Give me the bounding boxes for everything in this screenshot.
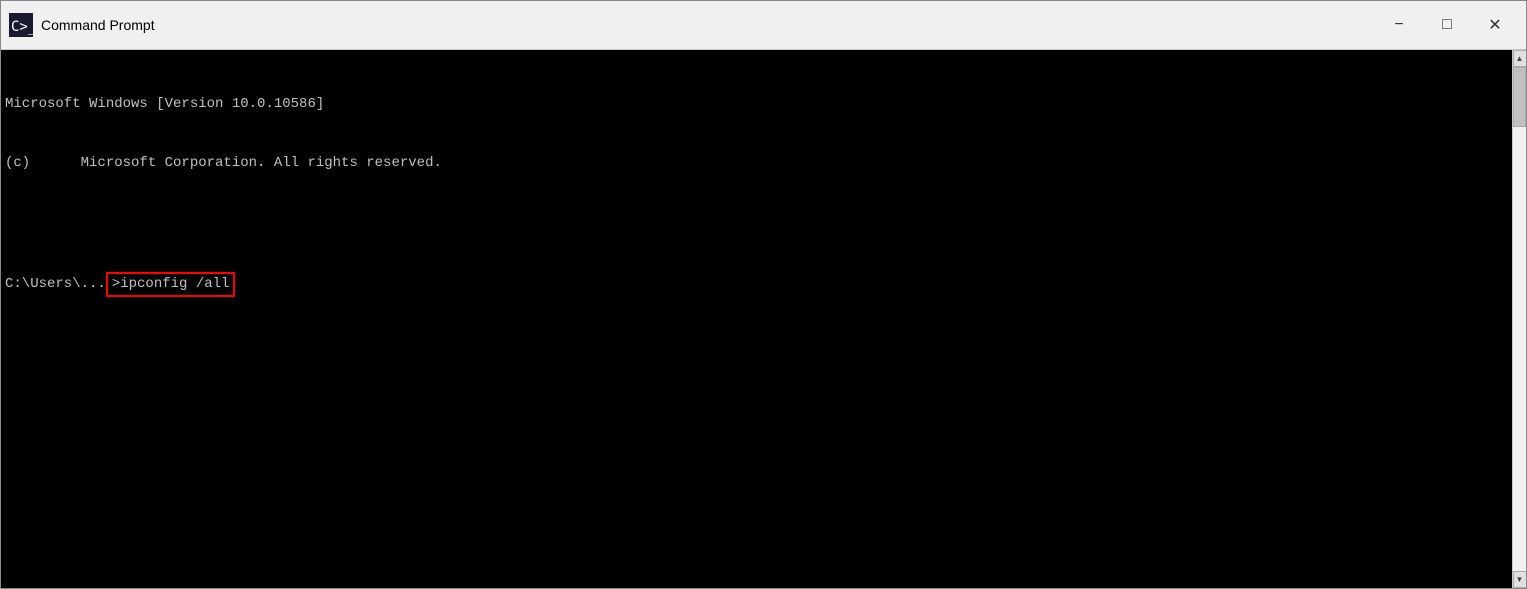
cmd-icon: C>_ [9,13,33,37]
terminal-line-1: Microsoft Windows [Version 10.0.10586] [5,95,1508,115]
scrollbar-thumb[interactable] [1513,67,1526,127]
title-bar-left: C>_ Command Prompt [9,13,155,37]
title-bar: C>_ Command Prompt − □ ✕ [1,1,1526,50]
svg-text:C>_: C>_ [11,19,33,35]
window-body: Microsoft Windows [Version 10.0.10586] (… [1,50,1526,588]
close-button[interactable]: ✕ [1472,6,1518,44]
terminal-line-2: (c) Microsoft Corporation. All rights re… [5,154,1508,174]
terminal-command-highlighted: >ipconfig /all [106,272,236,298]
terminal-empty-line [5,213,1508,233]
title-bar-buttons: − □ ✕ [1376,6,1518,44]
terminal-content[interactable]: Microsoft Windows [Version 10.0.10586] (… [1,50,1512,588]
scrollbar-up-arrow[interactable]: ▲ [1513,50,1527,67]
terminal-command-line: C:\Users\... >ipconfig /all [5,272,1508,298]
scrollbar[interactable]: ▲ ▼ [1512,50,1526,588]
window-title: Command Prompt [41,17,155,33]
scrollbar-down-arrow[interactable]: ▼ [1513,571,1527,588]
command-prompt-window: C>_ Command Prompt − □ ✕ Microsoft Windo… [0,0,1527,589]
scrollbar-track[interactable] [1513,67,1526,571]
minimize-button[interactable]: − [1376,6,1422,44]
maximize-button[interactable]: □ [1424,6,1470,44]
terminal-prompt: C:\Users\... [5,275,106,295]
